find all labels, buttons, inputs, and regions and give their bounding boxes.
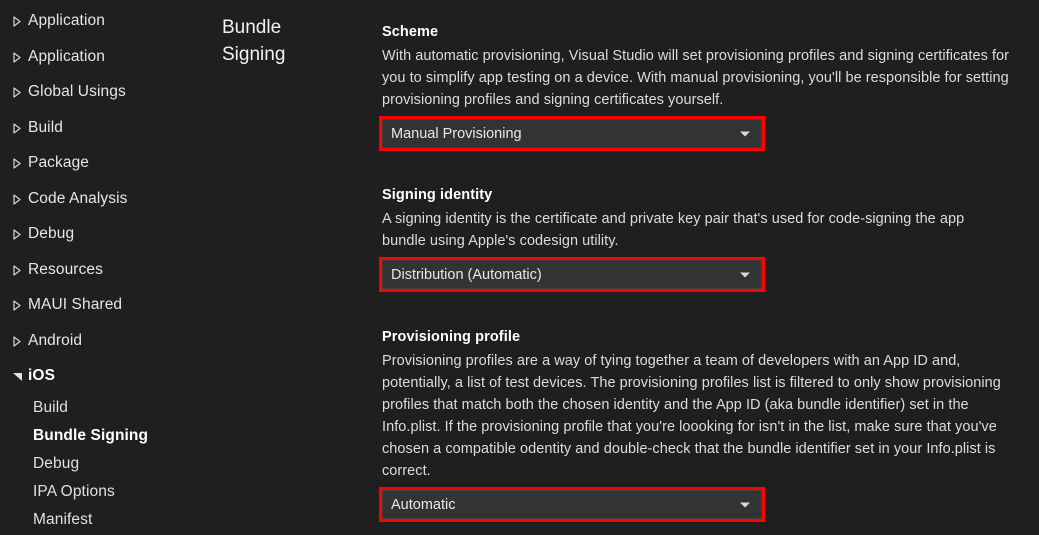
- dropdown-container: Distribution (Automatic): [379, 257, 765, 292]
- sidebar-item-android[interactable]: Android: [0, 330, 82, 352]
- chevron-right-icon[interactable]: [6, 122, 28, 134]
- chevron-right-icon[interactable]: [6, 299, 28, 311]
- sidebar-item-code-analysis[interactable]: Code Analysis: [0, 188, 128, 210]
- sidebar-item-label: Resources: [28, 261, 103, 278]
- chevron-right-icon[interactable]: [6, 193, 28, 205]
- sidebar-item-label: Debug: [28, 225, 75, 242]
- sidebar-item-global-usings[interactable]: Global Usings: [0, 81, 126, 103]
- sidebar-item-label: Manifest: [33, 511, 93, 528]
- provisioning-profile-dropdown[interactable]: Automatic: [382, 490, 762, 519]
- chevron-down-icon[interactable]: [740, 272, 750, 277]
- sidebar-item-debug[interactable]: Debug: [0, 223, 74, 245]
- page-title-line: Bundle: [222, 17, 282, 38]
- sidebar-item-build[interactable]: Build: [0, 397, 68, 419]
- chevron-right-icon[interactable]: [6, 335, 28, 347]
- chevron-right-icon[interactable]: [6, 157, 28, 169]
- dropdown-container: Automatic: [379, 487, 765, 522]
- section-title: Scheme: [382, 24, 439, 40]
- chevron-right-icon[interactable]: [6, 51, 28, 63]
- sidebar-item-label: IPA Options: [33, 483, 115, 500]
- sidebar-item-label: Bundle Signing: [33, 427, 149, 444]
- dropdown-container: Manual Provisioning: [379, 116, 765, 151]
- page-title: Bundle Signing: [222, 14, 362, 68]
- section-description: With automatic provisioning, Visual Stud…: [382, 48, 1010, 108]
- chevron-right-icon[interactable]: [6, 228, 28, 240]
- section-description: Provisioning profiles are a way of tying…: [382, 353, 1001, 479]
- sidebar-item-build[interactable]: Build: [0, 117, 63, 139]
- chevron-down-icon[interactable]: [740, 502, 750, 507]
- sidebar-item-label: Package: [28, 154, 90, 171]
- sidebar-item-label: Build: [28, 119, 63, 136]
- section-title: Signing identity: [382, 187, 493, 203]
- sidebar-item-label: Application: [28, 48, 105, 65]
- section-description: A signing identity is the certificate an…: [382, 211, 965, 249]
- section-title: Provisioning profile: [382, 329, 521, 345]
- sidebar-item-ios[interactable]: iOS: [0, 365, 55, 387]
- bundle-signing-settings-panel: Scheme With automatic provisioning, Visua…: [379, 0, 1022, 535]
- sidebar-item-label: Debug: [33, 455, 80, 472]
- section-signing-identity: Signing identity A signing identity is th…: [379, 187, 1012, 292]
- sidebar-item-manifest[interactable]: Manifest: [0, 509, 92, 531]
- signing-identity-dropdown[interactable]: Distribution (Automatic): [382, 260, 762, 289]
- chevron-down-icon[interactable]: [6, 372, 28, 381]
- sidebar-item-ipa-options[interactable]: IPA Options: [0, 481, 115, 503]
- sidebar-item-label: Global Usings: [28, 83, 126, 100]
- chevron-right-icon[interactable]: [6, 264, 28, 276]
- sidebar-item-application[interactable]: Application: [0, 10, 105, 32]
- dropdown-selected-value: Automatic: [391, 496, 456, 513]
- dropdown-selected-value: Manual Provisioning: [391, 125, 522, 142]
- section-provisioning-profile: Provisioning profile Provisioning profile…: [379, 329, 1012, 522]
- sidebar-item-label: Android: [28, 332, 83, 349]
- sidebar-item-resources[interactable]: Resources: [0, 259, 103, 281]
- settings-navigation-tree: Application Application Global Usings Build…: [0, 0, 220, 535]
- sidebar-item-label: Build: [33, 399, 68, 416]
- sidebar-item-label: iOS: [28, 367, 56, 384]
- section-scheme: Scheme With automatic provisioning, Visua…: [379, 24, 1012, 151]
- dropdown-selected-value: Distribution (Automatic): [391, 266, 542, 283]
- sidebar-item-bundle-signing[interactable]: Bundle Signing: [0, 425, 148, 447]
- sidebar-item-label: Code Analysis: [28, 190, 128, 207]
- sidebar-item-debug[interactable]: Debug: [0, 453, 79, 475]
- sidebar-item-application-2[interactable]: Application: [0, 46, 105, 68]
- scheme-dropdown[interactable]: Manual Provisioning: [382, 119, 762, 148]
- sidebar-item-maui-shared[interactable]: MAUI Shared: [0, 294, 122, 316]
- chevron-right-icon[interactable]: [6, 15, 28, 27]
- sidebar-item-package[interactable]: Package: [0, 152, 89, 174]
- sidebar-item-label: MAUI Shared: [28, 296, 123, 313]
- chevron-down-icon[interactable]: [740, 131, 750, 136]
- chevron-right-icon[interactable]: [6, 86, 28, 98]
- page-title-line: Signing: [222, 44, 286, 65]
- sidebar-item-label: Application: [28, 12, 105, 29]
